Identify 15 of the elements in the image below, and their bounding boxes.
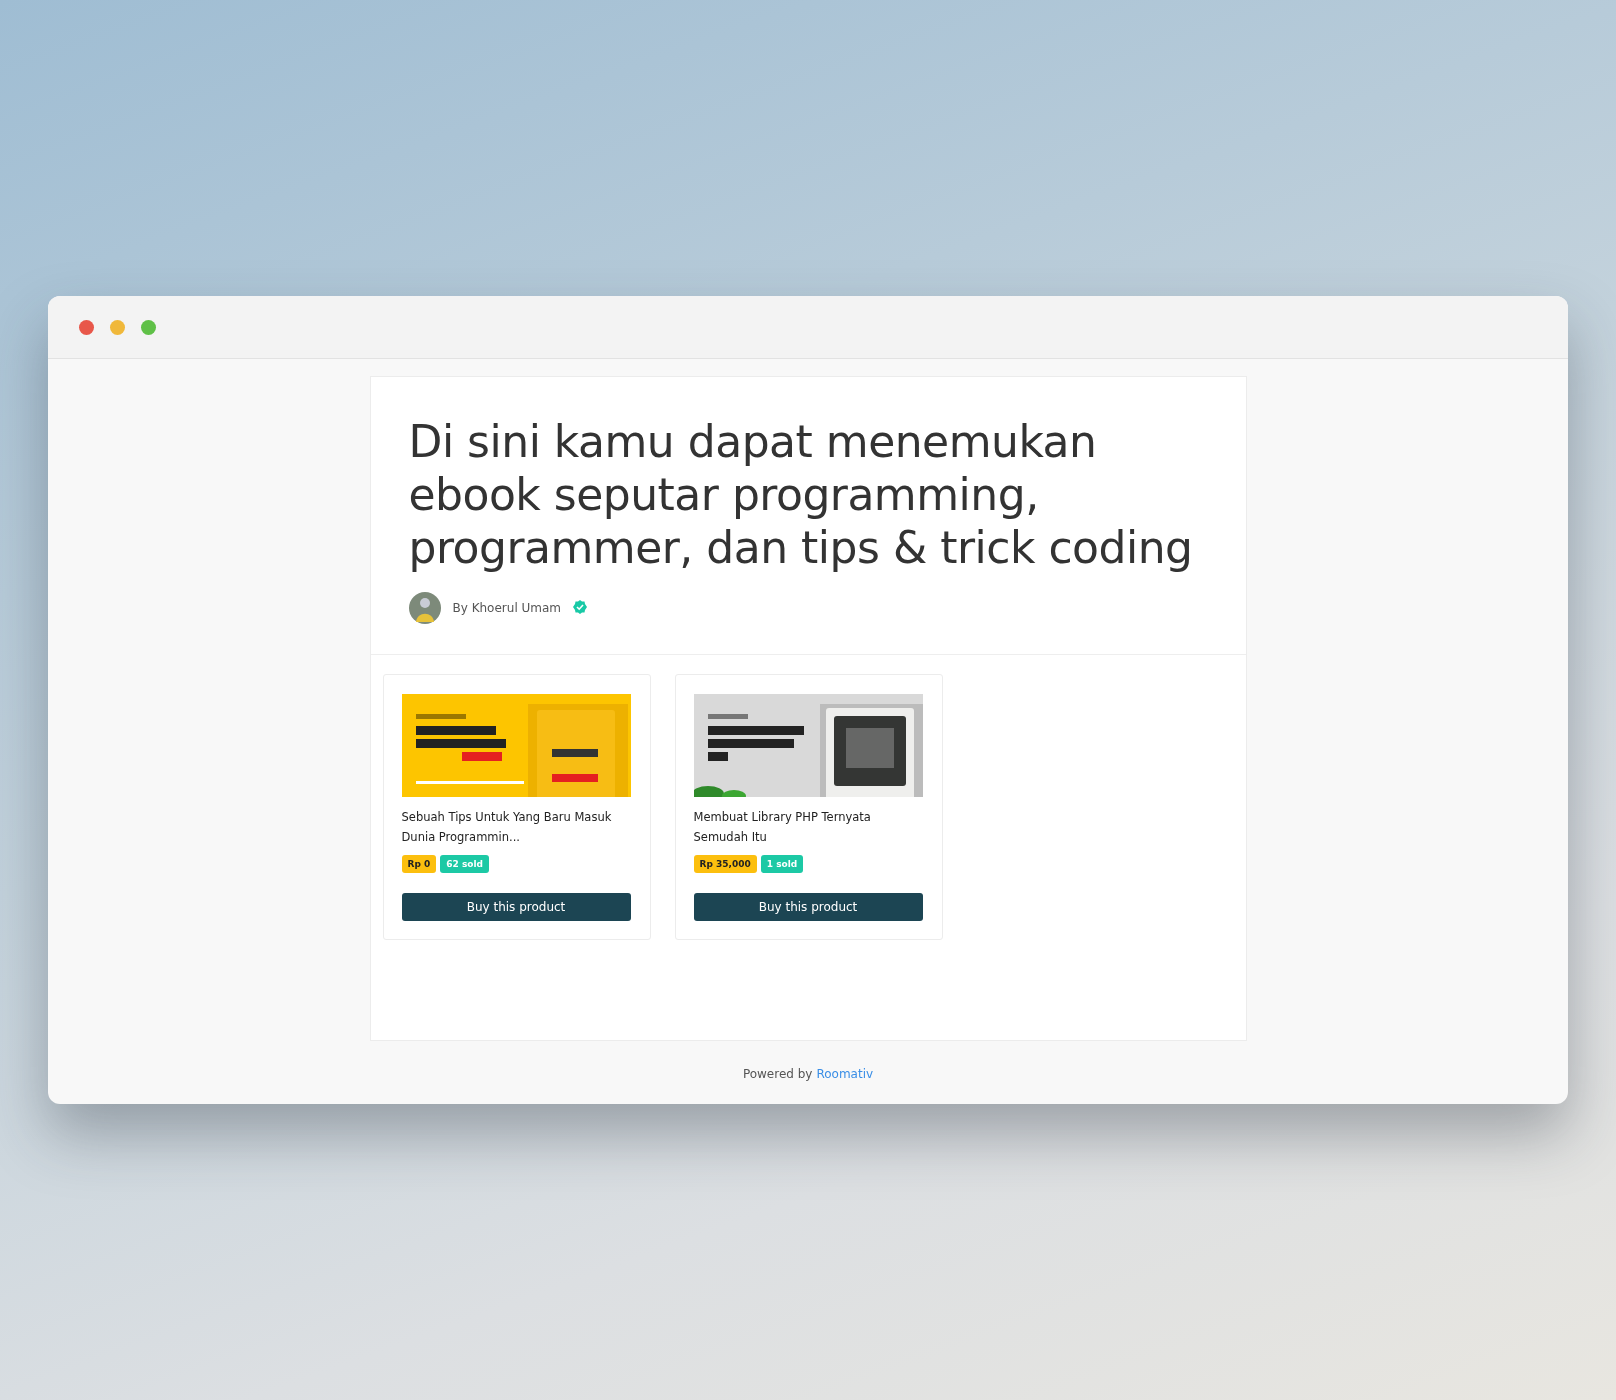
minimize-button[interactable] — [110, 319, 125, 335]
product-title[interactable]: Sebuah Tips Untuk Yang Baru Masuk Dunia Programmin... — [401, 807, 632, 847]
sold-count-badge: 62 sold — [440, 855, 489, 873]
buy-button[interactable]: Buy this product — [401, 893, 631, 921]
avatar-icon — [408, 592, 441, 624]
maximize-button[interactable] — [141, 319, 156, 335]
page-heading: Di sini kamu dapat menemukan ebook seputar programming, programmer, dan tips & trick coding — [408, 415, 1194, 574]
product-title[interactable]: Membuat Library PHP Ternyata Semudah Itu — [693, 807, 924, 847]
close-button[interactable] — [79, 319, 94, 335]
author-name: By Khoerul Umam — [452, 601, 562, 615]
buy-button[interactable]: Buy this product — [693, 893, 923, 921]
price-badge: Rp 0 — [401, 855, 437, 873]
sold-count-badge: 1 sold — [760, 855, 804, 873]
price-badge: Rp 35,000 — [693, 855, 757, 873]
footer-text: Powered by — [742, 1067, 813, 1081]
